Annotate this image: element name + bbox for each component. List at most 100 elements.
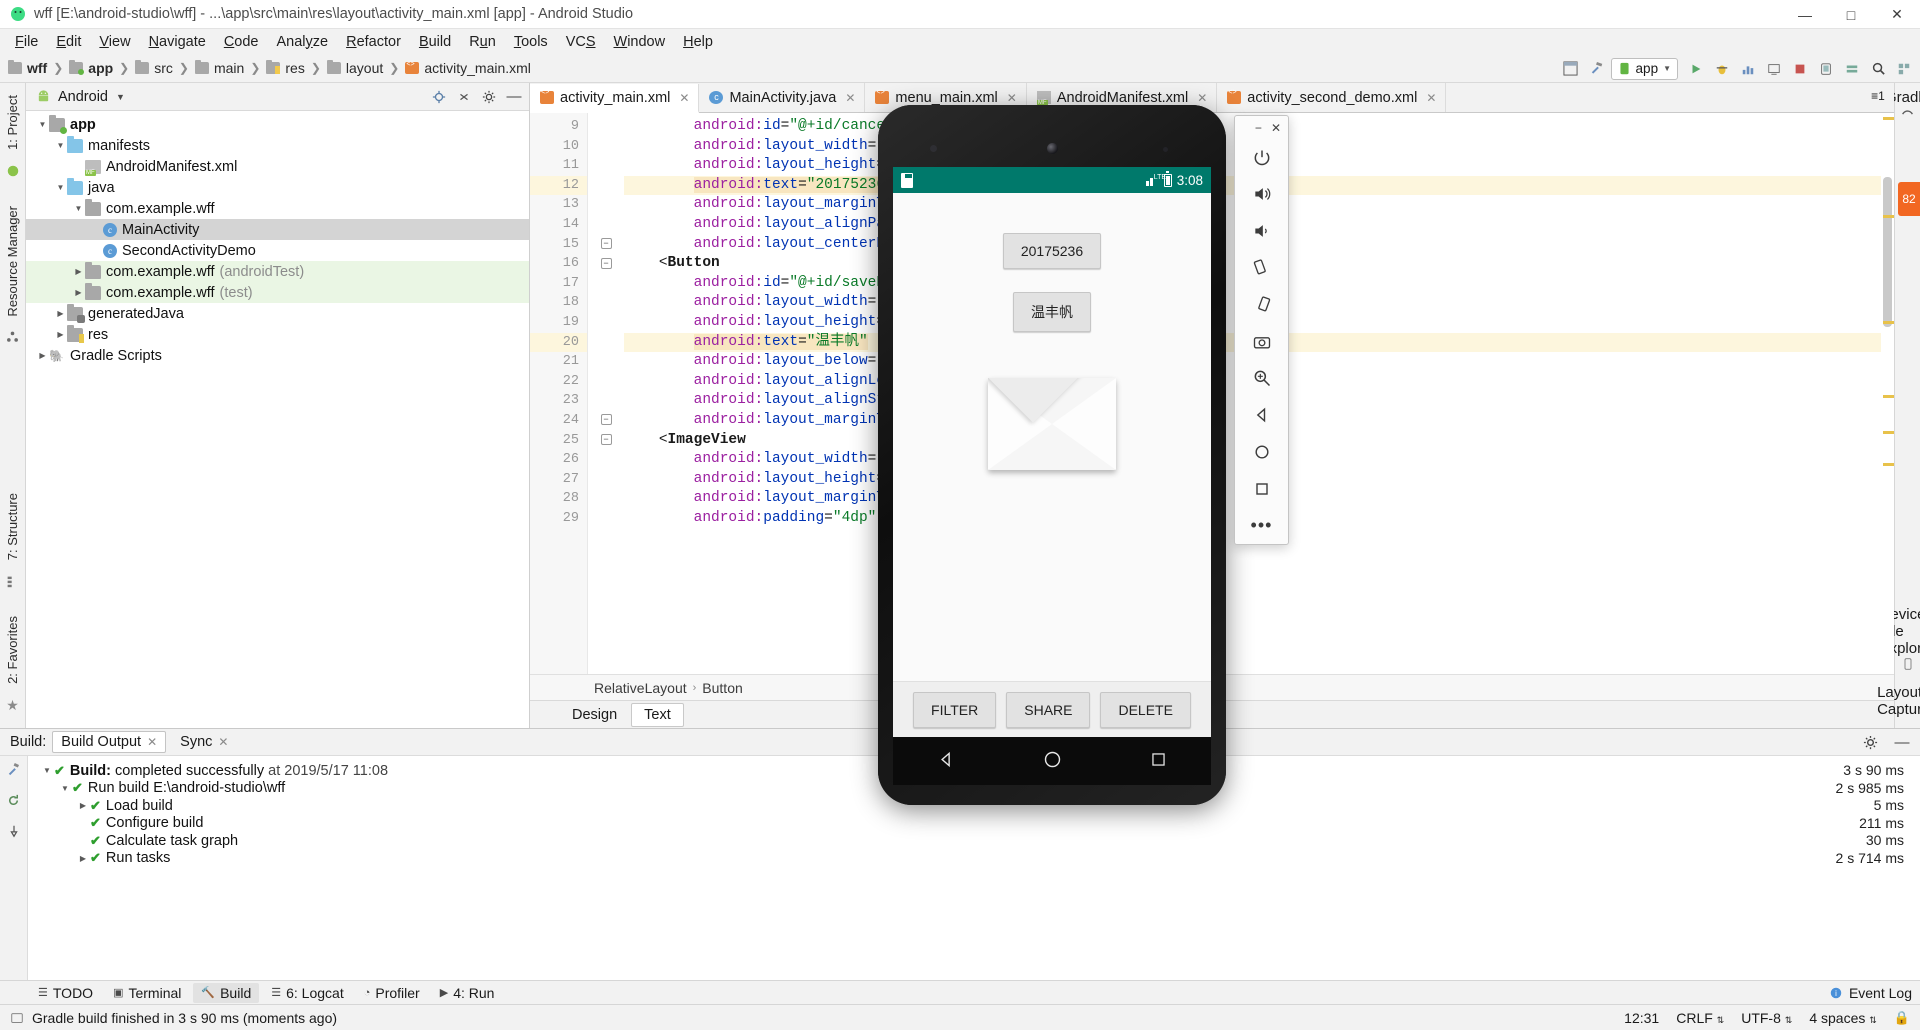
chevron-right-icon[interactable]: ▶ bbox=[72, 267, 85, 276]
more-icon[interactable]: ••• bbox=[1245, 509, 1279, 542]
tree-item-com-example-wff[interactable]: ▶ com.example.wff (androidTest) bbox=[26, 261, 529, 282]
hide-panel-icon[interactable]: — bbox=[503, 86, 525, 108]
bottom-tool-4--run[interactable]: ▶ 4: Run bbox=[432, 983, 503, 1003]
close-icon[interactable]: ✕ bbox=[1271, 121, 1281, 135]
maximize-button[interactable]: □ bbox=[1828, 0, 1874, 29]
editor-tab-mainactivity-java[interactable]: c MainActivity.java ✕ bbox=[699, 83, 866, 112]
chevron-down-icon[interactable]: ▼ bbox=[54, 183, 67, 192]
close-icon[interactable]: ✕ bbox=[1426, 91, 1436, 105]
menu-item-vcs[interactable]: VCS bbox=[557, 31, 605, 53]
profile-icon[interactable] bbox=[1736, 57, 1760, 81]
delete-button[interactable]: DELETE bbox=[1100, 691, 1191, 728]
menu-item-tools[interactable]: Tools bbox=[505, 31, 557, 53]
chevron-right-icon[interactable]: ▶ bbox=[76, 854, 90, 863]
breadcrumb-item-app[interactable]: app bbox=[67, 60, 115, 76]
breadcrumb-item-activity-main-xml[interactable]: activity_main.xml bbox=[403, 60, 533, 76]
search-icon[interactable] bbox=[1866, 57, 1890, 81]
fold-marker-icon[interactable]: − bbox=[600, 414, 612, 426]
save-button[interactable]: 温丰帆 bbox=[1013, 292, 1091, 332]
tree-item-gradle-scripts[interactable]: ▶ 🐘 Gradle Scripts bbox=[26, 345, 529, 366]
bottom-tool-profiler[interactable]: ◔ Profiler bbox=[356, 983, 428, 1003]
close-icon[interactable]: ✕ bbox=[679, 91, 689, 105]
tree-item-app[interactable]: ▼ app bbox=[26, 114, 529, 135]
menu-item-view[interactable]: View bbox=[90, 31, 139, 53]
event-log-button[interactable]: i Event Log bbox=[1829, 985, 1912, 1001]
project-tree[interactable]: ▼app▼manifestsAndroidManifest.xml▼java▼c… bbox=[26, 111, 529, 728]
code-folding-column[interactable]: − − − − bbox=[588, 113, 624, 674]
power-icon[interactable] bbox=[1245, 141, 1279, 174]
chevron-right-icon[interactable]: ▶ bbox=[54, 309, 67, 318]
tab-build-output[interactable]: Build Output ✕ bbox=[52, 731, 167, 753]
close-icon[interactable]: ✕ bbox=[1007, 91, 1017, 105]
hide-panel-icon[interactable]: — bbox=[1890, 730, 1914, 754]
bottom-tool-terminal[interactable]: ▣ Terminal bbox=[105, 983, 189, 1003]
close-icon[interactable]: ✕ bbox=[147, 735, 157, 749]
editor-tab-activity-main-xml[interactable]: <> activity_main.xml ✕ bbox=[530, 84, 700, 113]
menu-item-window[interactable]: Window bbox=[605, 31, 675, 53]
settings-gear-icon[interactable] bbox=[1858, 730, 1882, 754]
tree-item-mainactivity[interactable]: c MainActivity bbox=[26, 219, 529, 240]
chevron-down-icon[interactable]: ▼ bbox=[54, 141, 67, 150]
share-button[interactable]: SHARE bbox=[1006, 691, 1091, 728]
home-circle-icon[interactable] bbox=[1042, 749, 1063, 774]
menu-item-edit[interactable]: Edit bbox=[47, 31, 90, 53]
chevron-right-icon[interactable]: ▶ bbox=[54, 330, 67, 339]
breadcrumb-relativelayout[interactable]: RelativeLayout bbox=[594, 680, 687, 696]
emulator-screen[interactable]: LTE 3:08 20175236 温丰帆 FILTER SHARE DELET… bbox=[893, 167, 1211, 737]
run-configuration-selector[interactable]: app ▼ bbox=[1610, 57, 1678, 80]
tree-item-com-example-wff[interactable]: ▶ com.example.wff (test) bbox=[26, 282, 529, 303]
build-hammer-icon[interactable] bbox=[1585, 57, 1609, 81]
chevron-down-icon[interactable]: ▼ bbox=[36, 120, 49, 129]
menu-item-help[interactable]: Help bbox=[674, 31, 722, 53]
hammer-icon[interactable] bbox=[6, 762, 21, 781]
bottom-tool-todo[interactable]: ☰ TODO bbox=[30, 983, 101, 1003]
error-stripe-mark[interactable] bbox=[1883, 117, 1894, 120]
sdk-manager-icon[interactable] bbox=[1840, 57, 1864, 81]
cancel-button[interactable]: 20175236 bbox=[1002, 233, 1102, 269]
build-output-row[interactable]: ✔ Calculate task graph bbox=[34, 832, 1770, 850]
debug-icon[interactable] bbox=[1710, 57, 1734, 81]
indent-selector[interactable]: 4 spaces ⇅ bbox=[1809, 1010, 1876, 1026]
screenshot-camera-icon[interactable] bbox=[1245, 325, 1279, 358]
avd-manager-icon[interactable] bbox=[1814, 57, 1838, 81]
scrollbar-thumb[interactable] bbox=[1883, 177, 1892, 327]
minimize-button[interactable]: — bbox=[1782, 0, 1828, 29]
sidebar-item-project[interactable]: 1: Project bbox=[5, 89, 20, 156]
sidebar-item-structure[interactable]: 7: Structure bbox=[5, 487, 20, 566]
close-icon[interactable]: ✕ bbox=[845, 91, 855, 105]
menu-item-file[interactable]: File bbox=[6, 31, 47, 53]
close-icon[interactable]: ✕ bbox=[1197, 91, 1207, 105]
chevron-right-icon[interactable]: ▶ bbox=[72, 288, 85, 297]
sidebar-item-favorites[interactable]: 2: Favorites bbox=[5, 610, 20, 690]
status-badge[interactable]: 82 bbox=[1898, 182, 1920, 216]
tree-item-com-example-wff[interactable]: ▼ com.example.wff bbox=[26, 198, 529, 219]
tree-item-generatedjava[interactable]: ▶ generatedJava bbox=[26, 303, 529, 324]
rotate-right-icon[interactable] bbox=[1245, 288, 1279, 321]
tree-item-androidmanifest-xml[interactable]: AndroidManifest.xml bbox=[26, 156, 529, 177]
fold-marker-icon[interactable]: − bbox=[600, 257, 612, 269]
tab-text[interactable]: Text bbox=[631, 702, 684, 727]
volume-up-icon[interactable] bbox=[1245, 178, 1279, 211]
breadcrumb-item-src[interactable]: src bbox=[133, 60, 175, 76]
bottom-tool-build[interactable]: 🔨 Build bbox=[193, 982, 260, 1003]
menu-item-navigate[interactable]: Navigate bbox=[140, 31, 215, 53]
chevron-down-icon[interactable]: ▼ bbox=[58, 784, 72, 793]
breadcrumb-item-wff[interactable]: wff bbox=[6, 60, 49, 76]
collapse-all-icon[interactable] bbox=[453, 86, 475, 108]
close-icon[interactable]: ✕ bbox=[218, 735, 228, 749]
tree-item-res[interactable]: ▶ res bbox=[26, 324, 529, 345]
menu-item-refactor[interactable]: Refactor bbox=[337, 31, 410, 53]
overview-icon[interactable] bbox=[1245, 472, 1279, 505]
chevron-down-icon[interactable]: ▼ bbox=[72, 204, 85, 213]
error-stripe-mark[interactable] bbox=[1883, 321, 1894, 324]
tree-item-manifests[interactable]: ▼ manifests bbox=[26, 135, 529, 156]
error-stripe-mark[interactable] bbox=[1883, 431, 1894, 434]
fold-marker-icon[interactable]: − bbox=[600, 238, 612, 250]
breadcrumb-item-res[interactable]: res bbox=[264, 60, 306, 76]
volume-down-icon[interactable] bbox=[1245, 215, 1279, 248]
filter-button[interactable]: FILTER bbox=[913, 691, 997, 728]
android-emulator-window[interactable]: LTE 3:08 20175236 温丰帆 FILTER SHARE DELET… bbox=[878, 105, 1226, 805]
bottom-tool-6--logcat[interactable]: ☰ 6: Logcat bbox=[263, 983, 351, 1003]
encoding-selector[interactable]: UTF-8 ⇅ bbox=[1741, 1010, 1792, 1026]
sidebar-item-resource-manager[interactable]: Resource Manager bbox=[5, 200, 20, 323]
